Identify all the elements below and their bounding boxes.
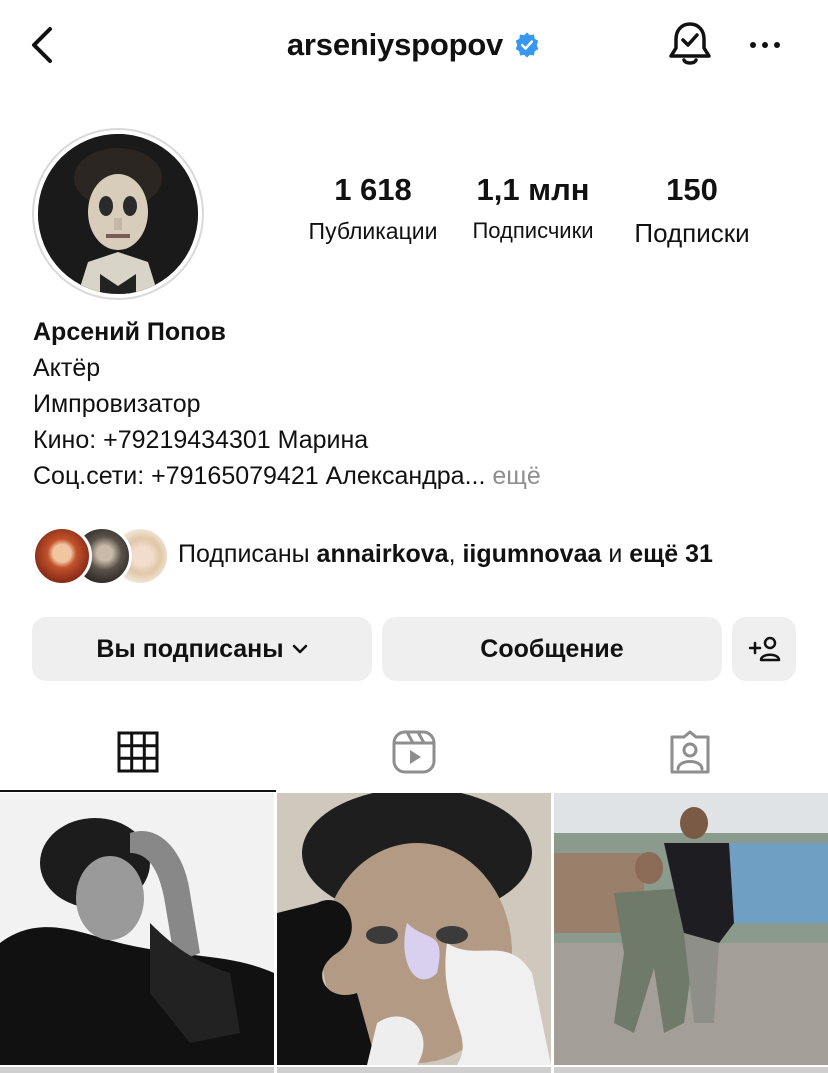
followers-count: 1,1 млн xyxy=(476,172,590,207)
more-horizontal-icon xyxy=(750,42,756,48)
add-person-button[interactable] xyxy=(732,617,796,681)
posts-grid xyxy=(0,793,828,1073)
bio-line: Импровизатор xyxy=(33,390,201,418)
followed-by-row[interactable]: Подписаны annairkova, iigumnovaa и ещё 3… xyxy=(32,526,812,588)
following-label: Подписки xyxy=(634,218,750,248)
tab-posts[interactable] xyxy=(0,712,276,792)
followed-by-prefix: Подписаны xyxy=(178,540,310,568)
profile-avatar[interactable] xyxy=(32,128,204,300)
bell-check-icon xyxy=(669,22,711,65)
next-row-preview xyxy=(0,1067,274,1073)
full-name: Арсений Попов xyxy=(33,318,226,346)
stat-posts[interactable]: 1 618 Публикации xyxy=(292,172,454,245)
more-options-button[interactable] xyxy=(742,26,788,64)
following-count: 150 xyxy=(666,172,718,207)
avatar-image xyxy=(38,134,198,294)
followers-more[interactable]: ещё 31 xyxy=(629,540,713,568)
conjunction: и xyxy=(608,540,623,568)
followers-label: Подписчики xyxy=(472,218,594,243)
post-image xyxy=(554,793,828,1065)
following-button-label: Вы подписаны xyxy=(96,634,284,663)
post-thumbnail[interactable] xyxy=(554,793,828,1065)
bio-line-last: Соц.сети: +79165079421 Александра... ещё xyxy=(33,458,793,494)
separator: , xyxy=(448,540,456,568)
following-button[interactable]: Вы подписаны xyxy=(32,617,372,681)
content-tabs xyxy=(0,712,828,792)
tab-reels[interactable] xyxy=(276,712,552,792)
notifications-button[interactable] xyxy=(664,18,716,70)
grid-icon xyxy=(117,731,159,773)
profile-stats: 1 618 Публикации 1,1 млн Подписчики 150 … xyxy=(290,172,780,252)
add-person-icon xyxy=(748,636,781,662)
message-button-label: Сообщение xyxy=(480,634,624,663)
follower-username[interactable]: iigumnovaa xyxy=(462,540,601,568)
posts-count: 1 618 xyxy=(334,172,412,207)
post-thumbnail[interactable] xyxy=(277,793,551,1065)
username: arseniyspopov xyxy=(286,27,504,62)
post-thumbnail[interactable] xyxy=(0,793,274,1065)
bio-more-link[interactable]: ещё xyxy=(492,462,540,490)
followed-by-text: Подписаны annairkova, iigumnovaa и ещё 3… xyxy=(178,540,713,569)
next-row-preview xyxy=(277,1067,551,1073)
post-image xyxy=(0,793,274,1065)
bio-line-text: Соц.сети: +79165079421 Александра... xyxy=(33,462,486,490)
follower-username[interactable]: annairkova xyxy=(317,540,449,568)
verified-badge-icon xyxy=(515,32,539,58)
stat-following[interactable]: 150 Подписки xyxy=(618,172,766,249)
tab-tagged[interactable] xyxy=(552,712,828,792)
post-image xyxy=(277,793,551,1065)
reels-icon xyxy=(392,730,436,774)
stat-followers[interactable]: 1,1 млн Подписчики xyxy=(458,172,608,244)
bio-line: Кино: +79219434301 Марина xyxy=(33,426,369,454)
tagged-icon xyxy=(670,730,710,774)
profile-header: arseniyspopov xyxy=(0,0,828,90)
active-tab-indicator xyxy=(0,790,276,792)
next-row-preview xyxy=(554,1067,828,1073)
profile-bio: Арсений Попов Актёр Импровизатор Кино: +… xyxy=(33,314,793,494)
follower-avatar xyxy=(32,526,92,586)
chevron-down-icon xyxy=(292,644,307,654)
bio-line: Актёр xyxy=(33,354,101,382)
message-button[interactable]: Сообщение xyxy=(382,617,722,681)
posts-label: Публикации xyxy=(308,218,438,244)
